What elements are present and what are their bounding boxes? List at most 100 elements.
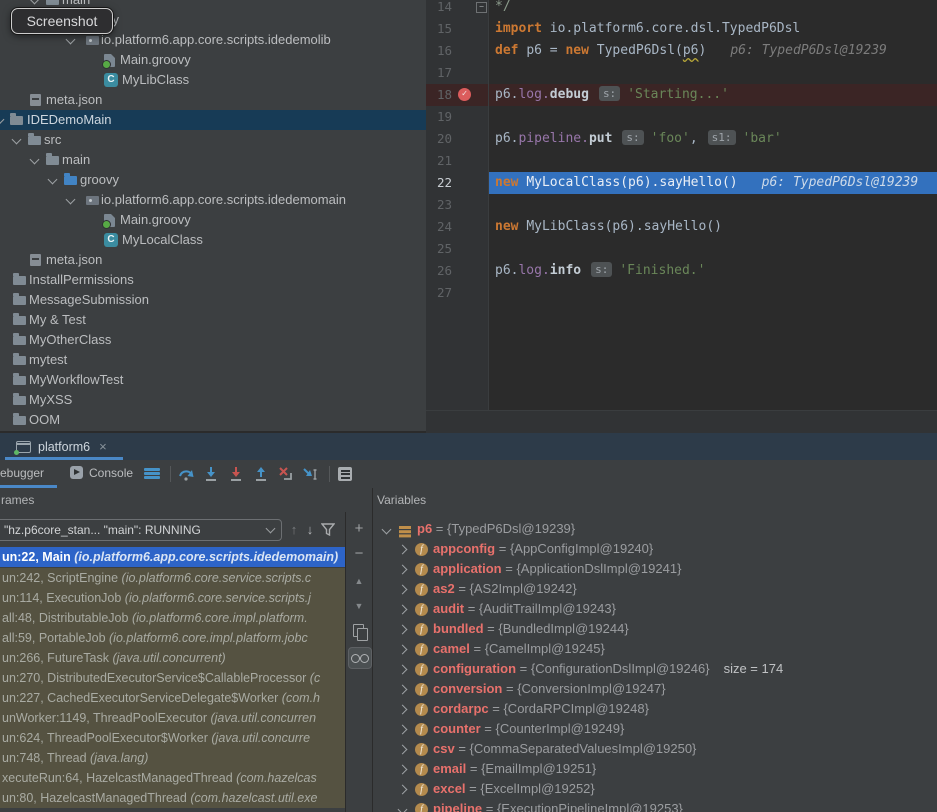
tree-item-package-idedemomain[interactable]: io.platform6.app.core.scripts.idedemomai… <box>0 190 426 210</box>
frame-row[interactable]: un:266, FutureTask (java.util.concurrent… <box>0 648 345 668</box>
screenshot-overlay-button[interactable]: Screenshot <box>11 8 113 34</box>
chevron-right-icon[interactable] <box>398 765 408 775</box>
tree-item-oom[interactable]: OOM <box>0 410 426 430</box>
tree-item-idedemomain[interactable]: IDEDemoMain <box>0 110 426 130</box>
variable-row-pipeline[interactable]: pipeline = {ExecutionPipelineImpl@19253} <box>373 799 937 812</box>
chevron-right-icon[interactable] <box>398 665 408 675</box>
thread-dropdown[interactable]: "hz.p6core_stan... "main": RUNNING <box>0 519 282 541</box>
duplicate-watch-icon[interactable] <box>353 624 364 637</box>
tab-debugger[interactable]: ebugger <box>0 460 44 487</box>
chevron-right-icon[interactable] <box>398 585 408 595</box>
code-line-16[interactable]: 16 def p6 = new TypedP6Dsl(p6)p6: TypedP… <box>426 40 937 62</box>
variable-row[interactable]: bundled = {BundledImpl@19244} <box>373 619 937 639</box>
frame-row[interactable]: xecuteRun:64, HazelcastManagedThread (co… <box>0 768 345 788</box>
breakpoint-icon[interactable]: ✓ <box>458 88 471 101</box>
chevron-right-icon[interactable] <box>398 745 408 755</box>
variable-row[interactable]: csv = {CommaSeparatedValuesImpl@19250} <box>373 739 937 759</box>
chevron-down-icon[interactable] <box>12 135 22 145</box>
frame-row[interactable]: un:80, HazelcastManagedThread (com.hazel… <box>0 788 345 808</box>
chevron-down-icon[interactable] <box>30 0 40 4</box>
tree-item-groovy[interactable]: groovy <box>0 170 426 190</box>
code-line-20[interactable]: 20 p6.pipeline.puts:'foo',s1:'bar' <box>426 128 937 150</box>
tree-item-main-groovy[interactable]: Main.groovy <box>0 210 426 230</box>
show-watches-icon[interactable] <box>348 647 372 669</box>
force-step-into-icon[interactable] <box>228 466 244 482</box>
move-up-icon[interactable]: ▲ <box>346 576 372 586</box>
frame-row[interactable]: un:624, ThreadPoolExecutor$Worker (java.… <box>0 728 345 748</box>
frame-row[interactable]: un:227, CachedExecutorServiceDelegate$Wo… <box>0 688 345 708</box>
code-line-24[interactable]: 24 new MyLibClass(p6).sayHello() <box>426 216 937 238</box>
chevron-right-icon[interactable] <box>398 725 408 735</box>
tree-item-mytest[interactable]: mytest <box>0 350 426 370</box>
chevron-down-icon[interactable] <box>48 175 58 185</box>
tree-item-messagesubmission[interactable]: MessageSubmission <box>0 290 426 310</box>
variable-row[interactable]: camel = {CamelImpl@19245} <box>373 639 937 659</box>
move-down-icon[interactable]: ▼ <box>346 601 372 611</box>
layout-menu-icon[interactable] <box>144 468 160 479</box>
chevron-right-icon[interactable] <box>398 565 408 575</box>
code-line-26[interactable]: 26 p6.log.infos:'Finished.' <box>426 260 937 282</box>
variable-row[interactable]: excel = {ExcelImpl@19252} <box>373 779 937 799</box>
chevron-right-icon[interactable] <box>398 605 408 615</box>
code-line-19[interactable]: 19 <box>426 106 937 128</box>
tree-item-myworkflowtest[interactable]: MyWorkflowTest <box>0 370 426 390</box>
code-line-17[interactable]: 17 <box>426 62 937 84</box>
chevron-right-icon[interactable] <box>398 785 408 795</box>
variable-row[interactable]: appconfig = {AppConfigImpl@19240} <box>373 539 937 559</box>
variable-row[interactable]: cordarpc = {CordaRPCImpl@19248} <box>373 699 937 719</box>
frame-row[interactable]: un:114, ExecutionJob (io.platform6.core.… <box>0 588 345 608</box>
tree-item-my-and-test[interactable]: My & Test <box>0 310 426 330</box>
drop-frame-icon[interactable] <box>278 466 294 482</box>
filter-frames-icon[interactable] <box>321 523 335 536</box>
chevron-right-icon[interactable] <box>398 625 408 635</box>
frame-row[interactable]: un:242, ScriptEngine (io.platform6.core.… <box>0 568 345 588</box>
tree-item-myxss[interactable]: MyXSS <box>0 390 426 410</box>
chevron-right-icon[interactable] <box>398 645 408 655</box>
code-line-14[interactable]: 14 − */ <box>426 0 937 18</box>
code-line-27[interactable]: 27 <box>426 282 937 304</box>
variable-row[interactable]: conversion = {ConversionImpl@19247} <box>373 679 937 699</box>
chevron-right-icon[interactable] <box>398 545 408 555</box>
variable-row[interactable]: counter = {CounterImpl@19249} <box>373 719 937 739</box>
variable-row-p6[interactable]: p6 = {TypedP6Dsl@19239} <box>373 519 937 539</box>
tree-item-mylibclass[interactable]: MyLibClass <box>0 70 426 90</box>
frame-row[interactable]: un:270, DistributedExecutorService$Calla… <box>0 668 345 688</box>
frame-row[interactable]: unWorker:1149, ThreadPoolExecutor (java.… <box>0 708 345 728</box>
tab-console[interactable]: Console <box>70 460 133 487</box>
code-line-15[interactable]: 15 import io.platform6.core.dsl.TypedP6D… <box>426 18 937 40</box>
code-editor[interactable]: 14 − */ 15 import io.platform6.core.dsl.… <box>426 0 937 433</box>
chevron-down-icon[interactable] <box>66 195 76 205</box>
chevron-right-icon[interactable] <box>398 705 408 715</box>
add-watch-icon[interactable]: + <box>346 520 372 537</box>
chevron-down-icon[interactable] <box>0 115 4 125</box>
variable-row[interactable]: application = {ApplicationDslImpl@19241} <box>373 559 937 579</box>
tree-item-main-groovy-lib[interactable]: Main.groovy <box>0 50 426 70</box>
frame-row[interactable]: all:59, PortableJob (io.platform6.core.i… <box>0 628 345 648</box>
chevron-down-icon[interactable] <box>398 805 408 812</box>
variable-row[interactable]: audit = {AuditTrailImpl@19243} <box>373 599 937 619</box>
tree-item-mylocalclass[interactable]: MyLocalClass <box>0 230 426 250</box>
frame-row[interactable]: un:748, Thread (java.lang) <box>0 748 345 768</box>
frame-row[interactable]: all:48, DistributableJob (io.platform6.c… <box>0 608 345 628</box>
code-line-25[interactable]: 25 <box>426 238 937 260</box>
step-into-icon[interactable] <box>203 466 219 482</box>
run-to-cursor-icon[interactable] <box>303 466 319 482</box>
code-line-18[interactable]: 18 ✓ p6.log.debugs:'Starting...' <box>426 84 937 106</box>
code-line-22[interactable]: 22 new MyLocalClass(p6).sayHello()p6: Ty… <box>426 172 937 194</box>
next-frame-icon[interactable]: ↓ <box>300 519 320 541</box>
step-out-icon[interactable] <box>253 466 269 482</box>
tree-item-main[interactable]: main <box>0 150 426 170</box>
close-icon[interactable]: × <box>99 439 107 454</box>
evaluate-grid-icon[interactable] <box>338 467 352 481</box>
tree-item-myotherclass[interactable]: MyOtherClass <box>0 330 426 350</box>
frame-row-current[interactable]: un:22, Main (io.platform6.app.core.scrip… <box>0 547 345 567</box>
code-line-21[interactable]: 21 <box>426 150 937 172</box>
tree-item-installpermissions[interactable]: InstallPermissions <box>0 270 426 290</box>
tab-platform6[interactable]: platform6 × <box>16 433 107 460</box>
step-over-icon[interactable] <box>178 466 194 482</box>
tree-item-metajson-lib[interactable]: meta.json <box>0 90 426 110</box>
tree-item-src[interactable]: src <box>0 130 426 150</box>
code-line-23[interactable]: 23 <box>426 194 937 216</box>
chevron-right-icon[interactable] <box>398 685 408 695</box>
remove-watch-icon[interactable]: − <box>346 545 372 562</box>
